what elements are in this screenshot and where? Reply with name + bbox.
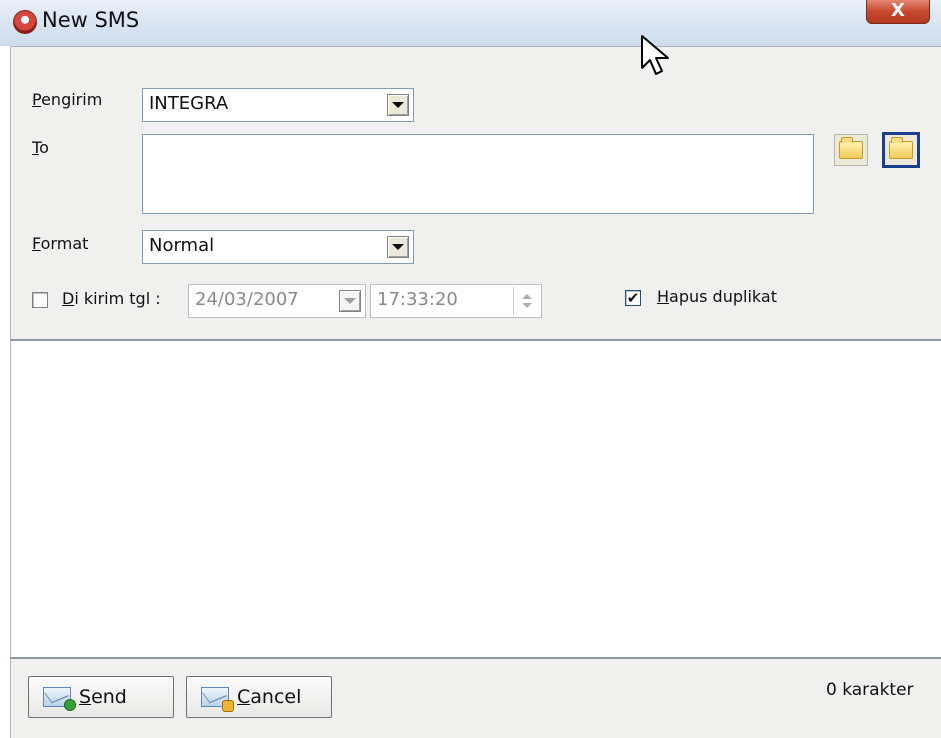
pengirim-label: Pengirim xyxy=(32,90,103,109)
folder-icon xyxy=(889,137,913,159)
window-title: New SMS xyxy=(42,8,140,32)
title-bar xyxy=(0,0,941,46)
pengirim-dropdown-button[interactable] xyxy=(387,94,409,116)
spin-down-icon[interactable] xyxy=(521,303,532,308)
mouse-cursor-icon xyxy=(641,35,669,75)
send-label: Send xyxy=(79,686,127,708)
pengirim-value: INTEGRA xyxy=(149,93,229,114)
schedule-time-input[interactable]: 17:33:20 xyxy=(370,284,542,318)
chevron-down-icon xyxy=(392,102,404,108)
to-label: To xyxy=(32,138,49,157)
envelope-send-icon xyxy=(43,687,76,711)
schedule-checkbox[interactable] xyxy=(32,292,48,308)
time-spinner[interactable] xyxy=(513,287,539,315)
schedule-time-value: 17:33:20 xyxy=(377,289,458,310)
format-value: Normal xyxy=(149,235,215,256)
spin-up-icon[interactable] xyxy=(521,294,532,299)
hapus-duplikat-label: Hapus duplikat xyxy=(657,287,777,306)
chevron-down-icon xyxy=(344,298,356,304)
schedule-date-value: 24/03/2007 xyxy=(195,289,299,310)
cancel-button[interactable]: Cancel xyxy=(186,676,332,718)
message-textarea[interactable] xyxy=(11,341,941,657)
format-dropdown-button[interactable] xyxy=(387,236,409,258)
chevron-down-icon xyxy=(392,244,404,250)
schedule-date-input[interactable]: 24/03/2007 xyxy=(188,284,366,318)
message-bottom-divider xyxy=(10,657,941,659)
envelope-cancel-icon xyxy=(201,687,234,712)
group-book-button[interactable] xyxy=(882,132,920,168)
address-book-button[interactable] xyxy=(834,134,868,166)
close-button[interactable]: X xyxy=(866,0,930,24)
character-count: 0 karakter xyxy=(826,680,914,700)
hapus-duplikat-checkbox[interactable]: ✔ xyxy=(625,290,641,306)
format-select[interactable]: Normal xyxy=(142,230,414,264)
format-label: Format xyxy=(32,234,89,253)
date-dropdown-button[interactable] xyxy=(339,290,361,312)
cancel-label: Cancel xyxy=(237,686,302,708)
send-button[interactable]: Send xyxy=(28,676,174,718)
pengirim-select[interactable]: INTEGRA xyxy=(142,88,414,122)
folder-icon xyxy=(839,137,863,159)
sms-app-icon xyxy=(13,10,37,34)
schedule-label: Di kirim tgl : xyxy=(62,289,161,308)
to-input[interactable] xyxy=(142,134,814,214)
